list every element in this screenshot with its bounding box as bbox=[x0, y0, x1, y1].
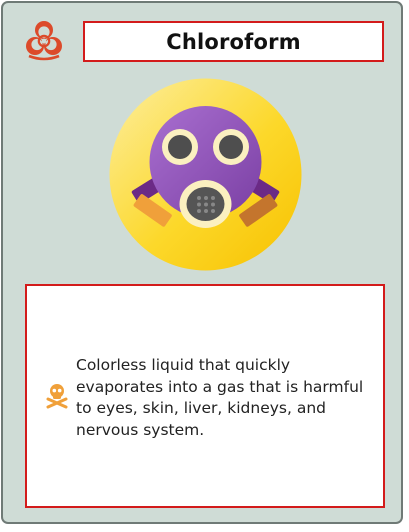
title-box: Chloroform bbox=[83, 21, 384, 62]
card-title: Chloroform bbox=[166, 29, 301, 54]
description-box: Colorless liquid that quickly evaporates… bbox=[25, 284, 385, 508]
skull-crossbones-icon bbox=[46, 384, 68, 409]
gas-mask-icon bbox=[109, 78, 302, 271]
biohazard-icon bbox=[26, 21, 62, 61]
card-description: Colorless liquid that quickly evaporates… bbox=[76, 356, 364, 439]
chemical-card: Chloroform Colorless liquid that quickly… bbox=[1, 1, 403, 524]
